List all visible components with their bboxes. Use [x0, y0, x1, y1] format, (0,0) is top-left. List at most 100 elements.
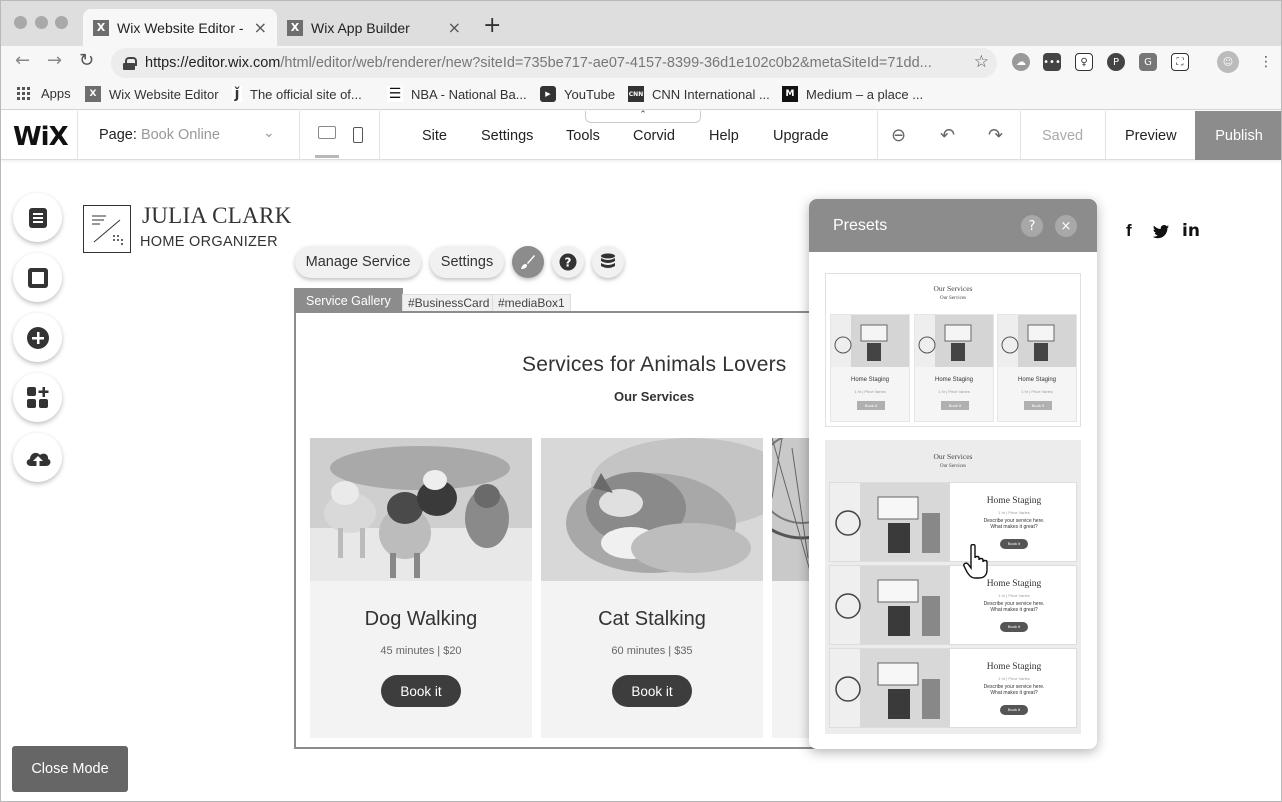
dots-extension-icon[interactable]: •••	[1043, 53, 1061, 71]
room-thumbnail	[830, 483, 950, 561]
wix-favicon-icon: X	[93, 19, 109, 36]
pages-menu-button[interactable]	[13, 193, 62, 242]
connect-data-button[interactable]	[592, 246, 624, 278]
bookmark-youtube[interactable]: ▶ YouTube	[540, 86, 615, 102]
bookmark-label: CNN International ...	[652, 86, 770, 102]
tab-wix-editor[interactable]: X Wix Website Editor - m ×	[83, 9, 277, 46]
help-icon: ?	[559, 253, 577, 271]
service-title: Dog Walking	[364, 608, 478, 630]
hand-cursor-icon	[963, 544, 988, 579]
bookmarks-bar: Apps X Wix Website Editor ǰ The official…	[1, 80, 1281, 110]
bookmark-medium[interactable]: M Medium – a place ...	[782, 86, 923, 102]
wix-logo: WiX	[13, 122, 69, 152]
bookmark-label: YouTube	[564, 86, 616, 102]
menu-settings[interactable]: Settings	[481, 128, 533, 144]
tab-label: Wix Website Editor - m	[117, 19, 246, 36]
desktop-view-button[interactable]	[318, 126, 336, 139]
site-logo[interactable]	[83, 205, 131, 253]
chevron-down-icon: ⌄	[263, 125, 275, 141]
zoom-out-icon[interactable]: ⊖	[891, 125, 906, 146]
window-close-dot[interactable]	[14, 16, 27, 29]
design-button[interactable]	[512, 246, 544, 278]
dog-photo	[310, 438, 532, 581]
preset-grid-layout[interactable]: Our Services Our Services Home Staging 1…	[825, 273, 1081, 427]
url-path: /html/editor/web/renderer/new?siteId=735…	[280, 55, 932, 71]
bookmark-cnn[interactable]: CNN CNN International ...	[628, 86, 770, 102]
settings-button[interactable]: Settings	[430, 246, 504, 278]
menu-upgrade[interactable]: Upgrade	[773, 128, 829, 144]
service-card[interactable]: Cat Stalking 60 minutes | $35 Book it	[541, 438, 763, 738]
site-tagline[interactable]: HOME ORGANIZER	[140, 234, 278, 250]
tab-close-icon[interactable]: ×	[448, 18, 461, 37]
nba-icon: ǰ	[232, 86, 242, 102]
translate-extension-icon[interactable]: G	[1139, 53, 1157, 71]
linkedin-icon[interactable]: in	[1182, 221, 1200, 241]
desktop-icon	[318, 126, 336, 139]
book-it-button[interactable]: Book it	[381, 675, 461, 707]
menu-help[interactable]: Help	[709, 128, 739, 144]
manage-service-button[interactable]: Manage Service	[295, 246, 421, 278]
room-thumbnail	[830, 649, 950, 727]
preset-row: Home Staging 1 hr | Price Varies Describ…	[829, 648, 1077, 728]
url-host: https://editor.wix.com	[145, 55, 281, 71]
redo-icon[interactable]: ↷	[988, 125, 1003, 146]
publish-button[interactable]: Publish	[1195, 111, 1281, 160]
reload-icon[interactable]: ↻	[79, 50, 94, 71]
page-selector[interactable]: Page: Book Online ⌄	[99, 125, 275, 143]
menu-tools[interactable]: Tools	[566, 128, 600, 144]
screenshot-extension-icon[interactable]: ⛶	[1171, 53, 1189, 71]
bookmark-official-site[interactable]: ǰ The official site of...	[232, 86, 362, 102]
window-zoom-dot[interactable]	[55, 16, 68, 29]
background-button[interactable]	[13, 253, 62, 302]
site-name[interactable]: JULIA CLARK	[142, 203, 292, 229]
new-tab-button[interactable]: +	[483, 13, 501, 38]
back-arrow-icon[interactable]: ←	[15, 50, 30, 71]
preset-item: Home Staging 1 hr | Price Varies Book It	[914, 314, 994, 422]
facebook-icon[interactable]: f	[1126, 221, 1132, 241]
forward-arrow-icon[interactable]: →	[47, 50, 62, 71]
bookmark-apps[interactable]: Apps	[17, 86, 71, 101]
apps-plus-icon	[26, 386, 48, 408]
preview-button[interactable]: Preview	[1125, 128, 1177, 144]
pinterest-extension-icon[interactable]: P	[1107, 53, 1125, 71]
upload-button[interactable]	[13, 433, 62, 482]
address-bar[interactable]: https://editor.wix.com /html/editor/web/…	[111, 48, 997, 78]
bulb-extension-icon[interactable]: ♀	[1075, 53, 1093, 71]
tab-close-icon[interactable]: ×	[254, 18, 267, 37]
paintbrush-icon	[521, 255, 535, 269]
menu-corvid[interactable]: Corvid	[633, 128, 675, 144]
presets-title: Presets	[833, 217, 888, 234]
presets-help-button[interactable]: ?	[1021, 215, 1043, 237]
cnn-icon: CNN	[628, 86, 644, 102]
browser-menu-icon[interactable]: ⋮	[1257, 53, 1275, 71]
add-elements-button[interactable]	[13, 313, 62, 362]
help-button[interactable]: ?	[552, 246, 584, 278]
mobile-view-button[interactable]	[353, 127, 363, 143]
bookmark-wix-editor[interactable]: X Wix Website Editor	[85, 86, 219, 102]
menu-site[interactable]: Site	[422, 128, 447, 144]
close-mode-button[interactable]: Close Mode	[12, 746, 128, 792]
collapse-topbar-handle[interactable]: ⌃	[585, 111, 701, 123]
youtube-icon: ▶	[540, 86, 556, 102]
preset-list-layout[interactable]: Our Services Our Services Home Staging 1…	[825, 440, 1081, 734]
screen: { "browser": { "tabs": [ {"label": "Wix …	[0, 0, 1282, 802]
service-gallery-tag[interactable]: Service Gallery	[294, 288, 403, 313]
undo-icon[interactable]: ↶	[940, 125, 955, 146]
twitter-icon[interactable]	[1152, 221, 1170, 245]
presets-close-button[interactable]: ×	[1055, 215, 1077, 237]
add-apps-button[interactable]	[13, 373, 62, 422]
profile-avatar[interactable]: ☺	[1217, 51, 1239, 73]
service-title: Cat Stalking	[598, 608, 706, 630]
bookmark-nba[interactable]: ☰ NBA - National Ba...	[387, 86, 527, 102]
tab-wix-app-builder[interactable]: X Wix App Builder ×	[277, 9, 471, 46]
preset-item: Home Staging 1 hr | Price Varies Book It	[830, 314, 910, 422]
service-meta: 45 minutes | $20	[380, 645, 462, 657]
presets-panel: Presets ? × Our Services Our Services Ho…	[809, 199, 1097, 749]
service-card[interactable]: Dog Walking 45 minutes | $20 Book it	[310, 438, 532, 738]
room-thumbnail	[915, 315, 993, 367]
book-it-button[interactable]: Book it	[612, 675, 692, 707]
bookmark-star-icon[interactable]: ☆	[974, 52, 989, 72]
window-minimize-dot[interactable]	[35, 16, 48, 29]
lock-icon	[123, 56, 137, 70]
cloud-extension-icon[interactable]: ☁	[1012, 53, 1030, 71]
